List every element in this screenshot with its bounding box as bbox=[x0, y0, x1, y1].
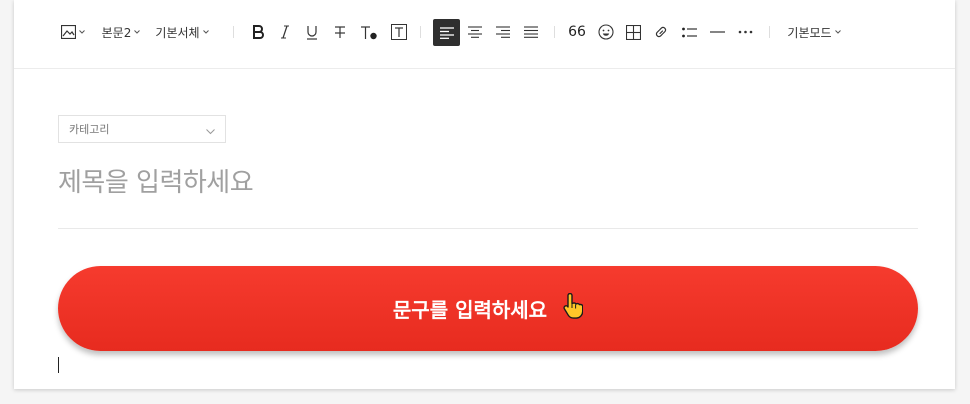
link-button[interactable] bbox=[650, 20, 672, 44]
font-family-dropdown[interactable]: 기본서체 bbox=[153, 20, 211, 44]
more-button[interactable] bbox=[734, 20, 756, 44]
title-input[interactable]: 제목을 입력하세요 bbox=[58, 162, 918, 199]
text-cursor bbox=[58, 357, 59, 373]
toolbar-divider bbox=[233, 26, 234, 38]
text-background-icon bbox=[391, 24, 407, 40]
underline-icon bbox=[306, 25, 318, 40]
quote-button[interactable]: 66 bbox=[566, 20, 588, 44]
align-left-icon bbox=[439, 26, 454, 39]
mode-dropdown[interactable]: 기본모드 bbox=[784, 20, 844, 44]
emoticon-button[interactable] bbox=[595, 20, 617, 44]
table-icon bbox=[625, 24, 641, 40]
link-icon bbox=[653, 24, 669, 40]
italic-icon bbox=[280, 25, 290, 39]
horizontal-line-button[interactable] bbox=[706, 20, 728, 44]
bold-icon bbox=[252, 25, 264, 39]
image-icon bbox=[61, 25, 76, 39]
quote-icon: 66 bbox=[568, 24, 586, 40]
cta-button[interactable]: 문구를 입력하세요 bbox=[58, 266, 918, 351]
toolbar-divider bbox=[554, 26, 555, 38]
text-background-button[interactable] bbox=[388, 20, 410, 44]
align-justify-icon bbox=[524, 26, 538, 38]
chevron-down-icon bbox=[834, 30, 841, 34]
chevron-down-icon bbox=[202, 30, 209, 34]
text-color-icon bbox=[360, 25, 378, 40]
category-select[interactable]: 카테고리 bbox=[58, 115, 226, 143]
align-left-button[interactable] bbox=[433, 19, 460, 46]
title-divider bbox=[58, 228, 918, 229]
chevron-down-icon bbox=[79, 30, 85, 34]
toolbar-divider bbox=[420, 26, 421, 38]
strikethrough-icon bbox=[334, 25, 346, 39]
mode-label: 기본모드 bbox=[787, 25, 832, 40]
align-center-button[interactable] bbox=[464, 20, 486, 44]
bullet-list-icon bbox=[681, 27, 697, 38]
font-family-label: 기본서체 bbox=[155, 25, 200, 40]
paragraph-style-dropdown[interactable]: 본문2 bbox=[100, 20, 142, 44]
cta-label: 문구를 입력하세요 bbox=[392, 298, 548, 322]
paragraph-style-label: 본문2 bbox=[101, 25, 132, 40]
pointing-hand-icon bbox=[561, 292, 584, 324]
category-placeholder: 카테고리 bbox=[69, 123, 110, 136]
horizontal-line-icon bbox=[709, 30, 725, 34]
toolbar-divider bbox=[769, 26, 770, 38]
editor-panel: 본문2 기본서체 66 기본모드 카테고리 제목을 입력하세요 문구를 입력하세… bbox=[14, 0, 955, 389]
editor-toolbar: 본문2 기본서체 66 기본모드 bbox=[14, 0, 955, 69]
image-insert-button[interactable] bbox=[59, 20, 87, 44]
chevron-down-icon bbox=[134, 30, 141, 34]
chevron-down-icon bbox=[206, 125, 215, 138]
underline-button[interactable] bbox=[302, 20, 322, 44]
align-right-button[interactable] bbox=[492, 20, 514, 44]
align-justify-button[interactable] bbox=[520, 20, 542, 44]
bold-button[interactable] bbox=[248, 20, 268, 44]
smiley-icon bbox=[598, 24, 614, 40]
strikethrough-button[interactable] bbox=[330, 20, 350, 44]
text-color-button[interactable] bbox=[357, 20, 381, 44]
align-center-icon bbox=[468, 26, 482, 38]
align-right-icon bbox=[496, 26, 510, 38]
more-icon bbox=[738, 30, 753, 34]
table-button[interactable] bbox=[622, 20, 644, 44]
list-button[interactable] bbox=[678, 20, 700, 44]
italic-button[interactable] bbox=[275, 20, 295, 44]
